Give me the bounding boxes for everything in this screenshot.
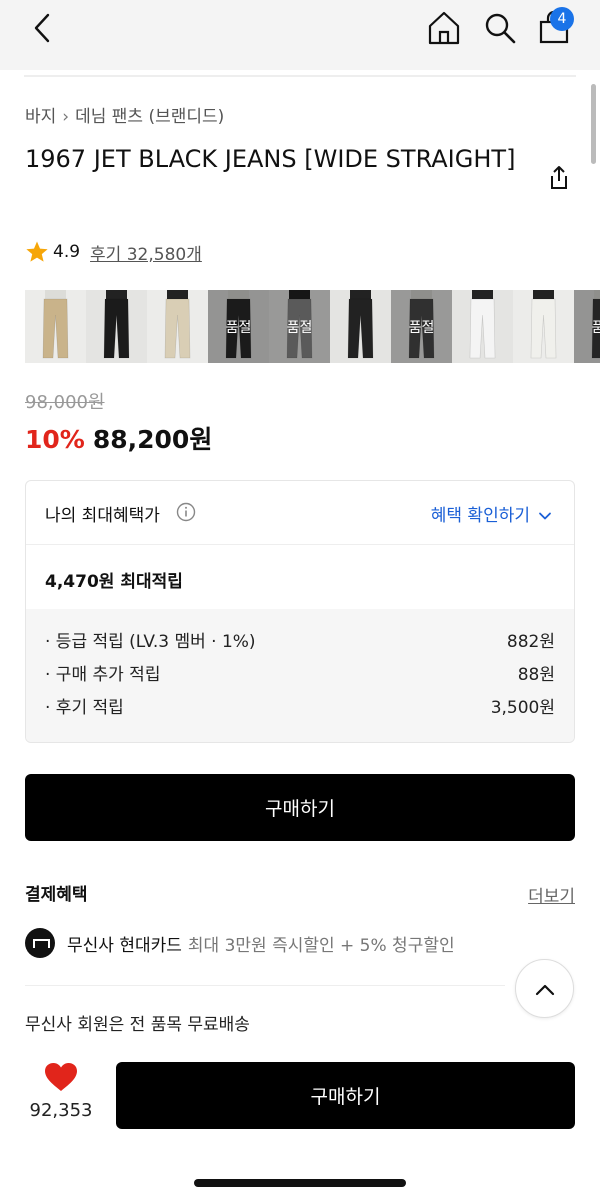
jeans-thumbnail-image [452,290,513,363]
payment-benefit-title: 결제혜택 [25,885,88,905]
color-thumbnail[interactable] [513,290,574,363]
cart-count-badge: 4 [550,7,574,31]
chevron-down-icon [539,512,551,520]
see-more-link[interactable]: 더보기 [528,882,575,907]
jeans-thumbnail-image [330,290,391,363]
jeans-thumbnail-image [513,290,574,363]
color-thumbnail[interactable]: 품절 [574,290,600,363]
jeans-thumbnail-image [86,290,147,363]
chevron-up-icon [535,984,555,996]
color-thumbnail[interactable]: 품절 [391,290,452,363]
price-row: 10% 88,200원 [25,420,212,456]
max-points: 4,470원 최대적립 [45,572,183,592]
benefit-item-value: 3,500원 [490,698,555,718]
breadcrumb-item-pants[interactable]: 바지 [25,107,56,127]
benefit-item-value: 88원 [517,665,555,685]
benefit-breakdown: · 등급 적립 (LV.3 멤버 · 1%) 882원 · 구매 추가 적립 8… [26,609,574,742]
benefit-item: · 후기 적립 3,500원 [45,693,555,726]
heart-icon [45,1063,77,1091]
search-icon[interactable] [480,8,520,48]
home-icon[interactable] [424,8,464,48]
check-benefit-label: 혜택 확인하기 [430,506,530,526]
review-count-link[interactable]: 후기 32,580개 [90,240,202,265]
top-bar: 4 [0,0,600,70]
benefit-item-value: 882원 [506,632,555,652]
product-title: 1967 JET BLACK JEANS [WIDE STRAIGHT] [25,145,516,173]
like-button[interactable]: 92,353 [24,1062,98,1121]
color-thumbnail[interactable] [86,290,147,363]
card-name: 무신사 현대카드 [67,935,182,956]
rating-score: 4.9 [53,242,81,262]
check-benefit-button[interactable]: 혜택 확인하기 [431,501,552,526]
sale-price: 88,200원 [92,425,213,454]
benefit-item-name: · 구매 추가 적립 [45,665,161,685]
like-count: 92,353 [29,1100,93,1121]
card-discount-desc: 최대 3만원 즉시할인 + 5% 청구할인 [187,935,455,956]
benefit-item: · 등급 적립 (LV.3 멤버 · 1%) 882원 [45,627,555,660]
soldout-label: 품절 [269,290,330,363]
rating-row: 4.9 후기 32,580개 [25,238,202,266]
breadcrumb-item-denim[interactable]: 데님 팬츠 (브랜디드) [75,107,224,127]
chevron-right-icon: › [62,107,70,127]
soldout-label: 품절 [208,290,269,363]
soldout-label: 품절 [574,290,600,363]
color-thumbnail[interactable] [147,290,208,363]
scrollbar[interactable] [591,84,596,164]
info-icon[interactable] [176,502,196,522]
bottom-buy-button[interactable]: 구매하기 [116,1062,575,1129]
color-thumbnail[interactable] [25,290,86,363]
color-thumbnail[interactable]: 품절 [208,290,269,363]
benefit-label: 나의 최대혜택가 [45,506,160,526]
benefit-header: 나의 최대혜택가 혜택 확인하기 [26,481,574,545]
buy-button[interactable]: 구매하기 [25,774,575,841]
credit-card-icon [25,928,55,958]
breadcrumb: 바지 › 데님 팬츠 (브랜디드) [25,102,224,127]
free-shipping-notice: 무신사 회원은 전 품목 무료배송 [25,1015,250,1035]
discount-rate: 10% [25,425,85,454]
share-icon[interactable] [544,163,574,193]
color-thumbnail[interactable] [452,290,513,363]
card-benefit-row[interactable]: 무신사 현대카드 최대 3만원 즉시할인 + 5% 청구할인 [25,928,455,958]
original-price: 98,000원 [25,392,105,413]
jeans-thumbnail-image [147,290,208,363]
home-indicator [194,1179,406,1187]
color-thumbnail[interactable]: 품절 [269,290,330,363]
star-icon [26,241,48,262]
max-benefit-box: 나의 최대혜택가 혜택 확인하기 4,470원 최대적립 · 등급 적립 (LV… [25,480,575,743]
back-arrow-icon[interactable] [28,10,60,46]
section-divider [25,985,505,986]
jeans-thumbnail-image [25,290,86,363]
color-thumbnail-list: 품절품절품절품절 [25,290,600,363]
header-divider [24,75,576,77]
benefit-item-name: · 후기 적립 [45,698,124,718]
scroll-to-top-button[interactable] [515,959,574,1018]
benefit-item-name: · 등급 적립 (LV.3 멤버 · 1%) [45,632,256,652]
soldout-label: 품절 [391,290,452,363]
color-thumbnail[interactable] [330,290,391,363]
benefit-item: · 구매 추가 적립 88원 [45,660,555,693]
